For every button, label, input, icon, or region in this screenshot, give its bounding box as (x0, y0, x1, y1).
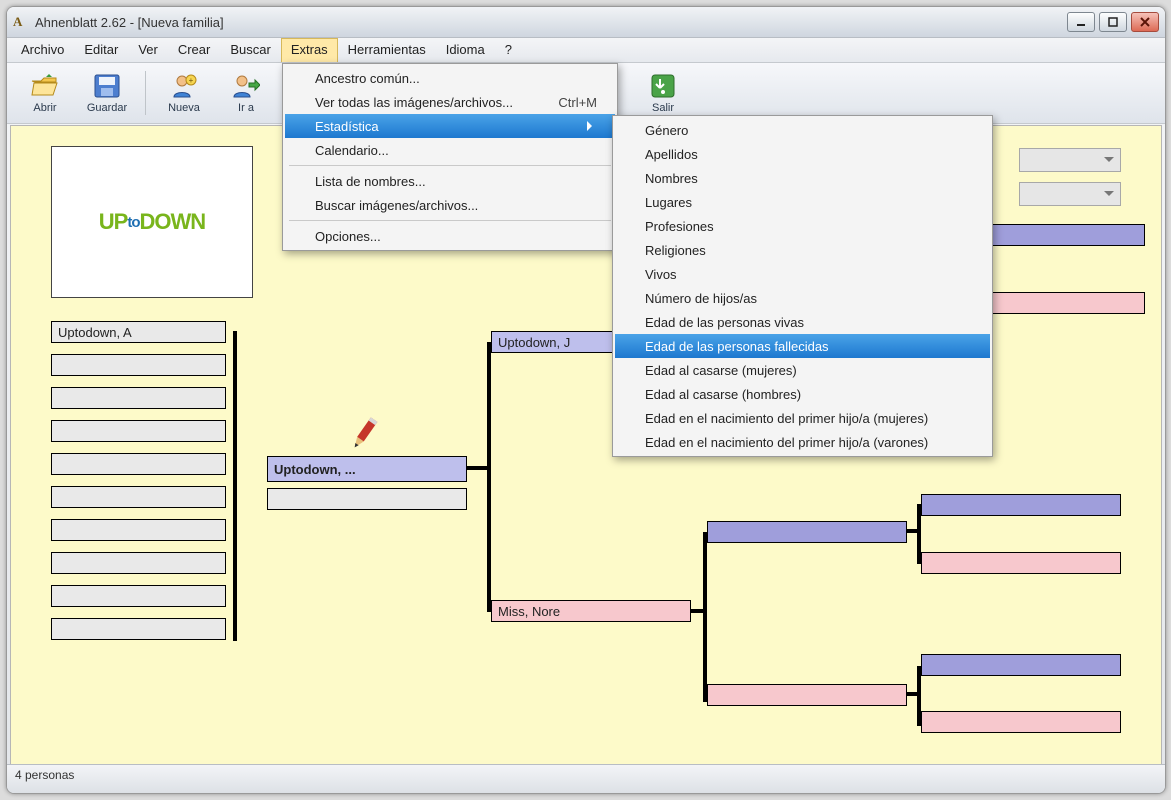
toolbar-abrir-label: Abrir (33, 102, 56, 114)
extras-ver-imagenes[interactable]: Ver todas las imágenes/archivos...Ctrl+M (285, 90, 615, 114)
paternal-grandfather-node[interactable] (707, 521, 907, 543)
statusbar: 4 personas (7, 764, 1165, 793)
stats-item[interactable]: Edad al casarse (mujeres) (615, 358, 990, 382)
stats-item[interactable]: Profesiones (615, 214, 990, 238)
spouse-node[interactable] (267, 488, 467, 510)
ancestor-node[interactable] (921, 711, 1121, 733)
svg-text:+: + (189, 76, 194, 85)
save-icon (93, 72, 121, 100)
toolbar-separator (145, 71, 146, 115)
app-icon: A (13, 14, 29, 30)
stats-item[interactable]: Edad en el nacimiento del primer hijo/a … (615, 430, 990, 454)
titlebar: A Ahnenblatt 2.62 - [Nueva familia] (7, 7, 1165, 38)
sibling-node-3[interactable] (51, 420, 226, 442)
stats-item[interactable]: Apellidos (615, 142, 990, 166)
menu-extras[interactable]: Extras (281, 38, 338, 62)
stats-item[interactable]: Nombres (615, 166, 990, 190)
toolbar-salir-label: Salir (652, 102, 674, 114)
stats-item[interactable]: Edad de las personas fallecidas (615, 334, 990, 358)
extras-calendario[interactable]: Calendario... (285, 138, 615, 162)
ancestor-node[interactable] (921, 654, 1121, 676)
toolbar-guardar-label: Guardar (87, 102, 127, 114)
menu-separator (289, 220, 611, 221)
extras-buscar-imagenes[interactable]: Buscar imágenes/archivos... (285, 193, 615, 217)
uptodown-logo: UPtoDOWN (99, 209, 205, 235)
toolbar-nueva-label: Nueva (168, 102, 200, 114)
sibling-node-0[interactable]: Uptodown, A (51, 321, 226, 343)
sibling-node-5[interactable] (51, 486, 226, 508)
toolbar-abrir[interactable]: Abrir (17, 67, 73, 119)
window-title: Ahnenblatt 2.62 - [Nueva familia] (35, 15, 1067, 30)
close-icon (1140, 17, 1150, 27)
person-image-box[interactable]: UPtoDOWN (51, 146, 253, 298)
submenu-arrow-icon (587, 121, 597, 131)
stats-item[interactable]: Edad al casarse (hombres) (615, 382, 990, 406)
ancestor-node[interactable] (921, 552, 1121, 574)
extras-ancestro-comun[interactable]: Ancestro común... (285, 66, 615, 90)
paternal-grandmother-node[interactable] (707, 684, 907, 706)
menu-herramientas[interactable]: Herramientas (338, 38, 436, 62)
menu-separator (289, 165, 611, 166)
tree-branch (703, 532, 707, 702)
sibling-node-6[interactable] (51, 519, 226, 541)
ancestor-node[interactable] (921, 494, 1121, 516)
menu-idioma[interactable]: Idioma (436, 38, 495, 62)
canvas-dropdown-2[interactable] (1019, 182, 1121, 206)
extras-estadistica[interactable]: Estadística (285, 114, 615, 138)
menu-archivo[interactable]: Archivo (11, 38, 74, 62)
stats-item[interactable]: Religiones (615, 238, 990, 262)
stats-item[interactable]: Lugares (615, 190, 990, 214)
menu-editar[interactable]: Editar (74, 38, 128, 62)
extras-opciones[interactable]: Opciones... (285, 224, 615, 248)
menu-crear[interactable]: Crear (168, 38, 221, 62)
exit-icon (650, 72, 676, 100)
toolbar-guardar[interactable]: Guardar (79, 67, 135, 119)
extras-menu: Ancestro común... Ver todas las imágenes… (282, 63, 618, 251)
selected-person-node[interactable]: Uptodown, ... (267, 456, 467, 482)
menu-ver[interactable]: Ver (128, 38, 168, 62)
sibling-node-1[interactable] (51, 354, 226, 376)
toolbar-ir-a[interactable]: Ir a (218, 67, 274, 119)
toolbar-nueva[interactable]: + Nueva (156, 67, 212, 119)
stats-item[interactable]: Edad de las personas vivas (615, 310, 990, 334)
extras-lista-nombres[interactable]: Lista de nombres... (285, 169, 615, 193)
stats-item[interactable]: Género (615, 118, 990, 142)
stats-item[interactable]: Número de hijos/as (615, 286, 990, 310)
status-text: 4 personas (15, 768, 74, 782)
toolbar-salir[interactable]: Salir (635, 67, 691, 119)
maximize-button[interactable] (1099, 12, 1127, 32)
estadistica-submenu: GéneroApellidosNombresLugaresProfesiones… (612, 115, 993, 457)
person-go-icon (232, 72, 260, 100)
toolbar-ir-a-label: Ir a (238, 102, 254, 114)
person-add-icon: + (170, 72, 198, 100)
sibling-node-4[interactable] (51, 453, 226, 475)
stats-item[interactable]: Edad en el nacimiento del primer hijo/a … (615, 406, 990, 430)
tree-branch (487, 342, 491, 612)
sibling-node-9[interactable] (51, 618, 226, 640)
folder-open-icon (30, 72, 60, 100)
sibling-node-7[interactable] (51, 552, 226, 574)
tree-branch (233, 331, 237, 641)
menu-help[interactable]: ? (495, 38, 522, 62)
stats-item[interactable]: Vivos (615, 262, 990, 286)
sibling-node-2[interactable] (51, 387, 226, 409)
close-button[interactable] (1131, 12, 1159, 32)
sibling-node-8[interactable] (51, 585, 226, 607)
menubar: Archivo Editar Ver Crear Buscar Extras H… (7, 38, 1165, 63)
app-window: A Ahnenblatt 2.62 - [Nueva familia] Arch… (6, 6, 1166, 794)
canvas-dropdown-1[interactable] (1019, 148, 1121, 172)
minimize-button[interactable] (1067, 12, 1095, 32)
minimize-icon (1076, 17, 1086, 27)
mother-node[interactable]: Miss, Nore (491, 600, 691, 622)
maximize-icon (1108, 17, 1118, 27)
menu-buscar[interactable]: Buscar (220, 38, 280, 62)
pencil-icon (347, 416, 379, 455)
